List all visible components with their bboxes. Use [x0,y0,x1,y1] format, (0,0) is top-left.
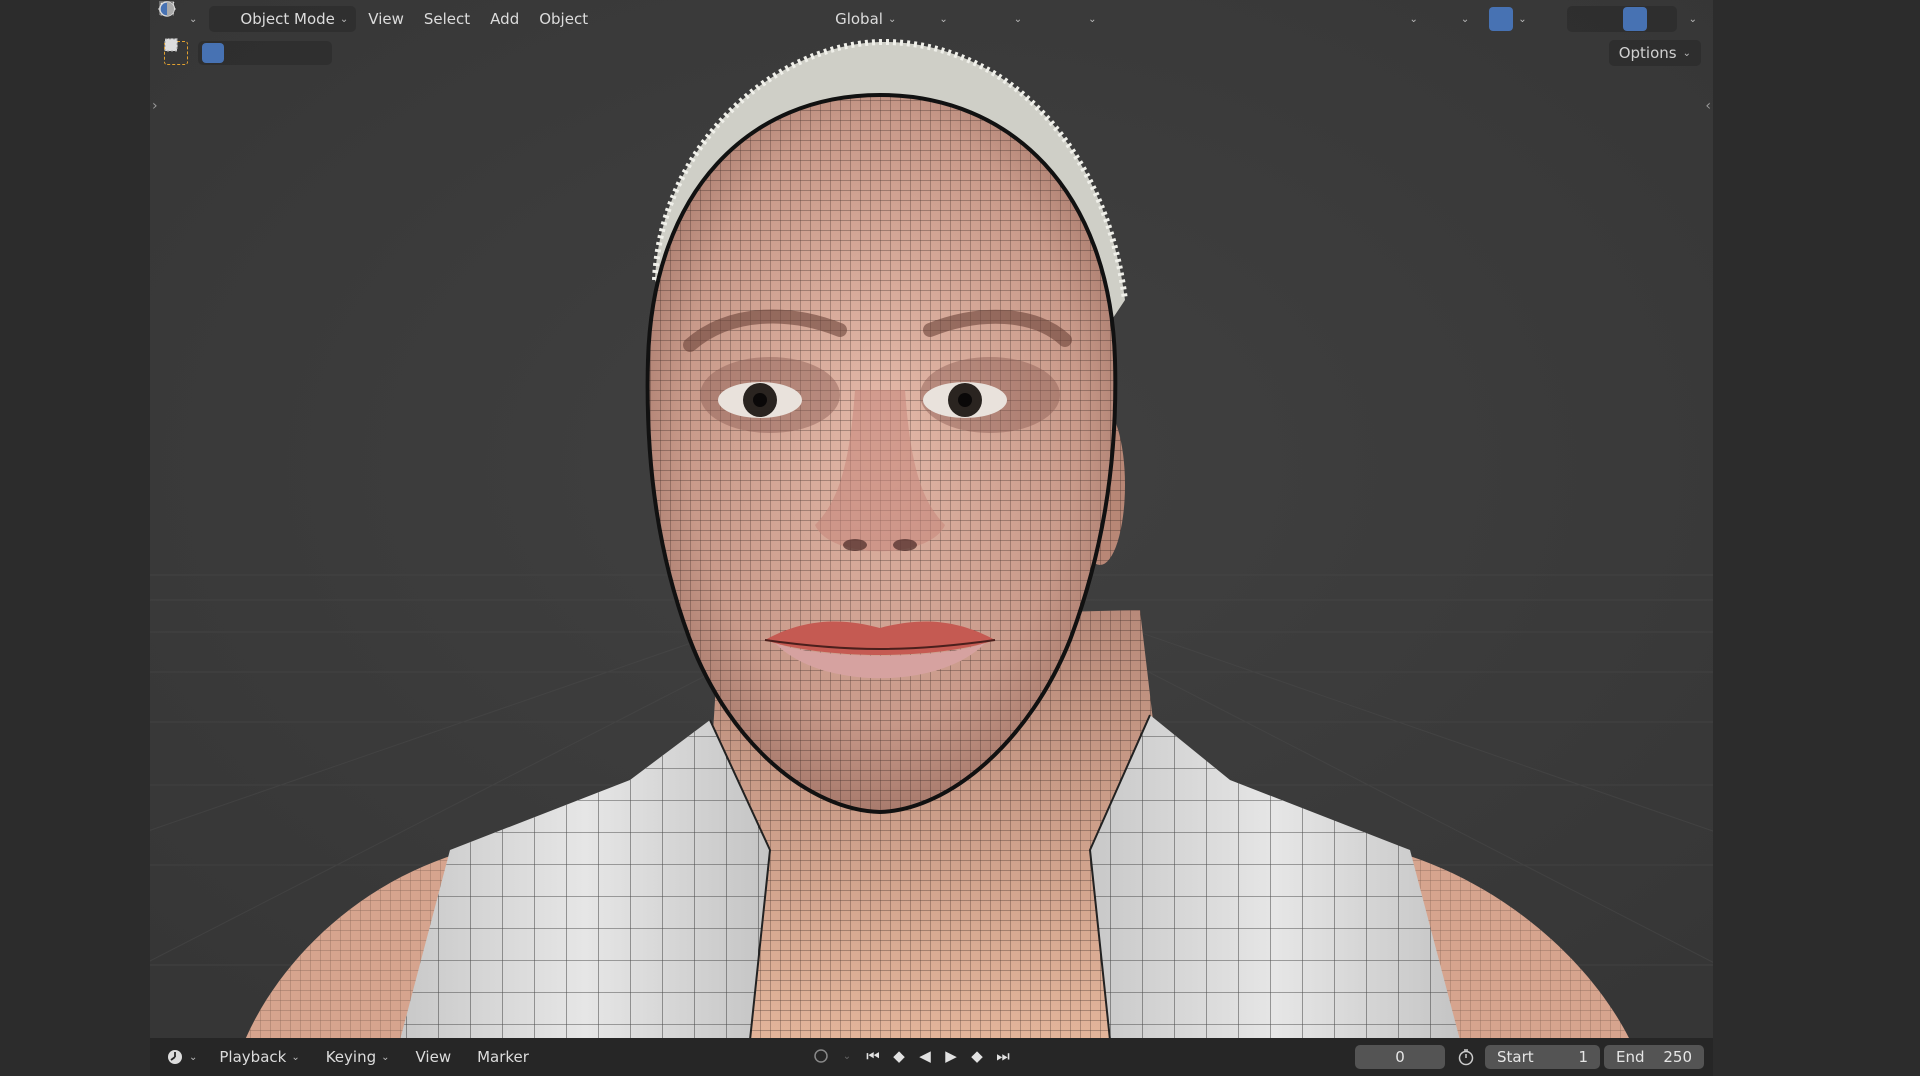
chevron-down-icon: ⌄ [381,1051,390,1063]
play-reverse-icon[interactable]: ◀ [914,1044,936,1068]
timeline-header: ⌄ Playback ⌄ Keying ⌄ View Marker ⌄ ⏮ ◆ … [150,1038,1713,1076]
keying-label: Keying [325,1048,377,1066]
overlays-toggle[interactable]: ⌄ [159,2,1534,32]
chevron-down-icon: ⌄ [1682,47,1691,59]
chevron-down-icon: ⌄ [1088,13,1097,25]
xray-icon [159,1,1560,28]
proportional-edit-icon [160,2,1060,28]
transform-orientation-selector[interactable]: Global ⌄ [161,2,904,32]
clock-editor-icon [166,1048,184,1066]
object-mode-icon [159,1,235,28]
chevron-down-icon: ⌄ [1688,13,1697,25]
visibility-selector[interactable]: ⌄ [158,4,1425,32]
snap-magnet-icon [160,1,986,28]
gizmo-toggle[interactable]: ⌄ [160,2,1477,32]
menu-view[interactable]: View [360,6,412,32]
start-value: 1 [1578,1048,1588,1066]
current-frame-value: 0 [1395,1048,1405,1066]
timeline-menu-view[interactable]: View [408,1044,460,1070]
mode-selector[interactable]: Object Mode ⌄ [159,1,357,32]
chevron-down-icon: ⌄ [189,1051,198,1063]
viewport-scene [150,0,1713,1038]
start-label: Start [1497,1048,1534,1066]
timeline-menu-keying[interactable]: Keying ⌄ [318,1044,398,1070]
toolbar-expand-arrow-icon[interactable]: › [152,98,158,114]
chevron-down-icon: ⌄ [1409,13,1418,25]
solid-shading-icon[interactable] [160,2,1621,31]
menu-object[interactable]: Object [531,6,596,32]
timeline-editor-type-button[interactable]: ⌄ [162,1044,201,1070]
falloff-curve-icon [159,2,1083,28]
options-dropdown[interactable]: Options ⌄ [1608,40,1701,66]
select-extend-icon[interactable] [165,39,250,63]
chevron-down-icon: ⌄ [1460,13,1470,25]
end-value: 250 [1663,1048,1692,1066]
chevron-down-icon: ⌄ [291,1051,300,1063]
select-intersect-icon[interactable] [164,38,328,63]
menu-add[interactable]: Add [482,6,527,32]
end-frame-field[interactable]: End 250 [1604,1045,1704,1069]
chevron-down-icon: ⌄ [1013,13,1023,25]
prev-keyframe-icon[interactable]: ◆ [888,1044,910,1068]
rendered-shading-icon[interactable] [159,1,1673,31]
options-label: Options [1618,44,1677,62]
chevron-down-icon: ⌄ [887,13,897,25]
chevron-down-icon: ⌄ [939,13,948,25]
snap-target-icon [160,2,1009,28]
pivot-icon [160,1,934,28]
overlays-icon [159,2,1514,31]
next-keyframe-icon[interactable]: ◆ [966,1044,988,1068]
start-frame-field[interactable]: Start 1 [1485,1045,1600,1069]
current-frame-field[interactable]: 0 [1355,1045,1445,1069]
select-invert-icon[interactable] [165,39,302,63]
mode-label: Object Mode [240,10,335,28]
chevron-down-icon[interactable]: ⌄ [836,1044,858,1068]
eye-icon [158,4,1404,28]
xray-toggle[interactable] [159,1,1563,31]
chevron-down-icon: ⌄ [1518,13,1527,25]
jump-end-icon[interactable]: ⏭ [992,1044,1014,1068]
material-shading-icon[interactable] [160,2,1647,31]
select-subtract-icon[interactable] [165,38,276,63]
shading-options-dropdown[interactable]: ⌄ [1681,6,1705,32]
sidebar-expand-arrow-icon[interactable]: ‹ [1705,98,1711,114]
viewport-header: ⌄ Object Mode ⌄ View Select Add Object G… [158,0,1705,38]
gizmo-icon [160,2,1456,28]
timeline-menu-marker[interactable]: Marker [469,1044,537,1070]
orientation-label: Global [835,10,883,28]
timeline-menu-playback[interactable]: Playback ⌄ [211,1044,307,1070]
play-icon[interactable]: ▶ [940,1044,962,1068]
3d-viewport[interactable]: ⌄ Object Mode ⌄ View Select Add Object G… [150,0,1713,1038]
pivot-point-selector[interactable]: ⌄ [160,1,955,32]
playback-label: Playback [219,1048,287,1066]
shading-mode-group [159,1,1677,32]
end-label: End [1616,1048,1645,1066]
menu-select[interactable]: Select [416,6,478,32]
proportional-edit-toggle[interactable]: ⌄ [159,2,1104,32]
blender-window: ⌄ Object Mode ⌄ View Select Add Object G… [150,0,1713,1076]
snap-toggle[interactable]: ⌄ [160,1,1030,32]
playback-controls: ⌄ ⏮ ◆ ◀ ▶ ◆ ⏭ [810,1044,1014,1068]
auto-keying-icon[interactable] [810,1044,832,1068]
clock-icon[interactable] [1455,1045,1477,1069]
timeline-menus: ⌄ Playback ⌄ Keying ⌄ View Marker [150,1044,537,1070]
jump-start-icon[interactable]: ⏮ [862,1044,884,1068]
wireframe-shading-icon[interactable] [159,1,1595,31]
chevron-down-icon: ⌄ [189,13,198,25]
transform-orientation-icon [161,2,830,28]
select-set-icon[interactable] [164,38,224,63]
selection-mode-group [164,38,332,65]
chevron-down-icon: ⌄ [339,13,349,25]
select-tool-row [164,38,332,68]
